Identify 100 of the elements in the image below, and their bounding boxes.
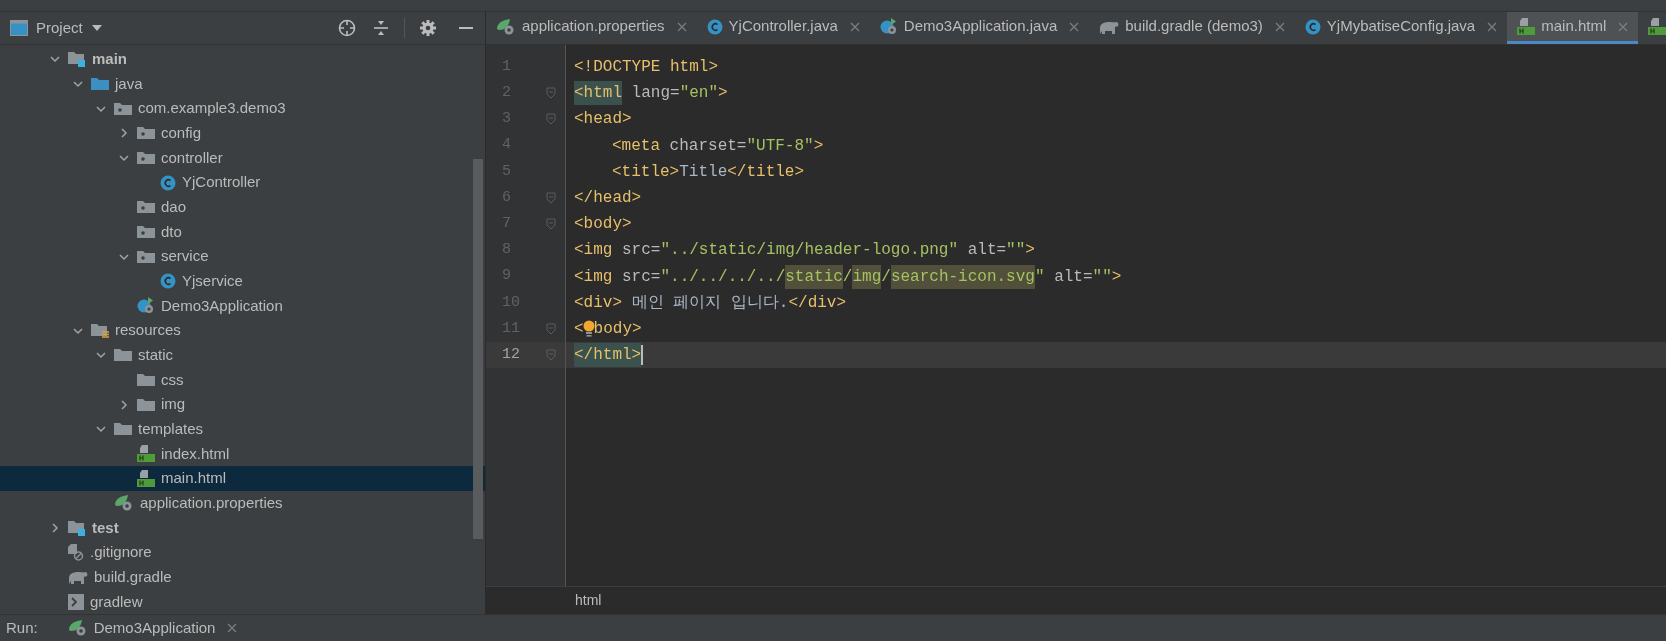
dropdown-caret-icon[interactable] bbox=[90, 24, 103, 32]
editor-tab[interactable]: YjController.java bbox=[696, 12, 870, 44]
chevron-right-icon[interactable] bbox=[49, 521, 61, 534]
tree-item-label: java bbox=[115, 73, 143, 94]
tab-label: YjController.java bbox=[728, 16, 838, 37]
tree-item-label: main.html bbox=[161, 468, 227, 489]
fold-marker-icon[interactable] bbox=[546, 322, 556, 335]
tree-item-label: build.gradle bbox=[94, 566, 172, 587]
fold-marker-icon[interactable] bbox=[546, 349, 556, 362]
tree-item[interactable]: gradlew bbox=[0, 589, 485, 614]
tree-item[interactable]: YjController bbox=[0, 170, 485, 195]
tree-item[interactable]: config bbox=[0, 120, 485, 146]
text-cursor bbox=[641, 345, 644, 366]
code-token: <title> bbox=[612, 161, 680, 183]
code-token: <head> bbox=[574, 109, 632, 131]
tree-item[interactable]: test bbox=[0, 515, 485, 541]
close-icon[interactable] bbox=[1487, 21, 1498, 32]
elephant-icon bbox=[68, 570, 88, 585]
code-token: > bbox=[1025, 240, 1035, 262]
package-folder-icon bbox=[137, 125, 155, 142]
tree-item[interactable]: Demo3Application bbox=[0, 293, 485, 319]
editor-tab[interactable]: Demo3Application.java bbox=[869, 12, 1090, 44]
editor-tab[interactable]: build.gradle (demo3) bbox=[1089, 12, 1295, 44]
tree-item[interactable]: Yjservice bbox=[0, 268, 485, 294]
tree-item-label: dao bbox=[161, 197, 187, 217]
tree-item-label: static bbox=[138, 344, 173, 365]
tree-item-label: index.html bbox=[161, 443, 230, 464]
close-icon[interactable] bbox=[676, 21, 687, 32]
tree-item[interactable]: css bbox=[0, 367, 485, 393]
tree-item[interactable]: application.properties bbox=[0, 490, 485, 516]
code-token: "../static/img/header-logo.png" bbox=[660, 240, 959, 262]
spring-app-icon bbox=[137, 297, 155, 315]
panel-title[interactable]: Project bbox=[36, 16, 83, 40]
terminal-icon bbox=[68, 593, 84, 610]
close-icon[interactable] bbox=[1274, 21, 1285, 32]
close-icon[interactable] bbox=[1069, 21, 1080, 32]
collapse-all-icon[interactable] bbox=[372, 19, 390, 37]
code-token: "" bbox=[1092, 266, 1112, 288]
tree-item[interactable]: dto bbox=[0, 219, 485, 245]
tree-item-label: service bbox=[161, 246, 209, 267]
tree-item[interactable]: build.gradle bbox=[0, 564, 485, 590]
tree-item[interactable]: resources bbox=[0, 318, 485, 343]
scrollbar-thumb[interactable] bbox=[473, 159, 483, 539]
tree-item[interactable]: index.html bbox=[0, 441, 485, 467]
tree-item[interactable]: main bbox=[0, 47, 485, 72]
code-token: </html> bbox=[574, 343, 642, 368]
code-token: <body> bbox=[574, 214, 632, 236]
tree-item[interactable]: img bbox=[0, 392, 485, 417]
settings-icon[interactable] bbox=[419, 19, 437, 37]
tree-item[interactable]: dao bbox=[0, 194, 485, 220]
editor-tab[interactable]: application.properties bbox=[486, 12, 697, 44]
class-icon bbox=[1304, 18, 1321, 35]
code-token: <!DOCTYPE html> bbox=[574, 57, 719, 79]
code-token: "" bbox=[1006, 240, 1026, 262]
module-folder-icon bbox=[68, 51, 86, 68]
close-icon[interactable] bbox=[227, 623, 238, 633]
line-number: 12 bbox=[502, 344, 520, 365]
run-tab[interactable]: Demo3Application bbox=[67, 616, 238, 640]
folder-icon bbox=[114, 347, 132, 364]
code-token: " bbox=[1034, 266, 1045, 288]
editor-tab[interactable]: main.html bbox=[1507, 12, 1639, 44]
code-token: <meta bbox=[612, 135, 660, 157]
chevron-right-icon[interactable] bbox=[118, 127, 130, 140]
spring-app-icon bbox=[879, 18, 898, 35]
breadcrumb[interactable]: html bbox=[575, 590, 602, 611]
close-icon[interactable] bbox=[849, 21, 860, 32]
code-token: "UTF-8" bbox=[746, 135, 814, 157]
tree-item[interactable]: static bbox=[0, 342, 485, 368]
tree-item[interactable]: templates bbox=[0, 416, 485, 442]
tree-item[interactable]: com.example3.demo3 bbox=[0, 96, 485, 121]
class-icon bbox=[160, 174, 176, 191]
leaf-gear-icon bbox=[496, 18, 516, 35]
folder-icon bbox=[137, 396, 155, 413]
package-folder-icon bbox=[137, 223, 155, 240]
code-token: </head> bbox=[574, 188, 642, 210]
tree-item[interactable]: service bbox=[0, 244, 485, 269]
crosshair-icon[interactable] bbox=[338, 19, 356, 37]
chevron-down-icon[interactable] bbox=[72, 78, 84, 90]
fold-marker-icon[interactable] bbox=[546, 87, 556, 100]
panel-window-icon bbox=[10, 20, 28, 36]
code-token: <html bbox=[574, 81, 622, 106]
resources-folder-icon bbox=[91, 322, 109, 339]
tree-item[interactable]: controller bbox=[0, 145, 485, 171]
run-label: Run: bbox=[6, 617, 38, 638]
tree-item-label: css bbox=[161, 369, 184, 390]
tree-item[interactable]: java bbox=[0, 71, 485, 97]
html-file-icon bbox=[1517, 18, 1536, 35]
fold-marker-icon[interactable] bbox=[546, 113, 556, 126]
fold-marker-icon[interactable] bbox=[546, 218, 556, 231]
lightbulb-icon[interactable] bbox=[582, 319, 595, 338]
tree-item[interactable]: .gitignore bbox=[0, 540, 485, 565]
chevron-right-icon[interactable] bbox=[118, 398, 130, 411]
tree-item-label: Yjservice bbox=[182, 271, 243, 291]
tree-item-label: .gitignore bbox=[90, 542, 152, 563]
tab-label: build.gradle (demo3) bbox=[1125, 16, 1263, 37]
tab-label: Demo3Application.java bbox=[903, 16, 1058, 37]
ignored-file-icon bbox=[68, 543, 84, 561]
fold-marker-icon[interactable] bbox=[546, 192, 556, 205]
editor-tab[interactable]: YjMybatiseConfig.java bbox=[1294, 12, 1508, 44]
tree-item[interactable]: main.html bbox=[0, 466, 485, 491]
